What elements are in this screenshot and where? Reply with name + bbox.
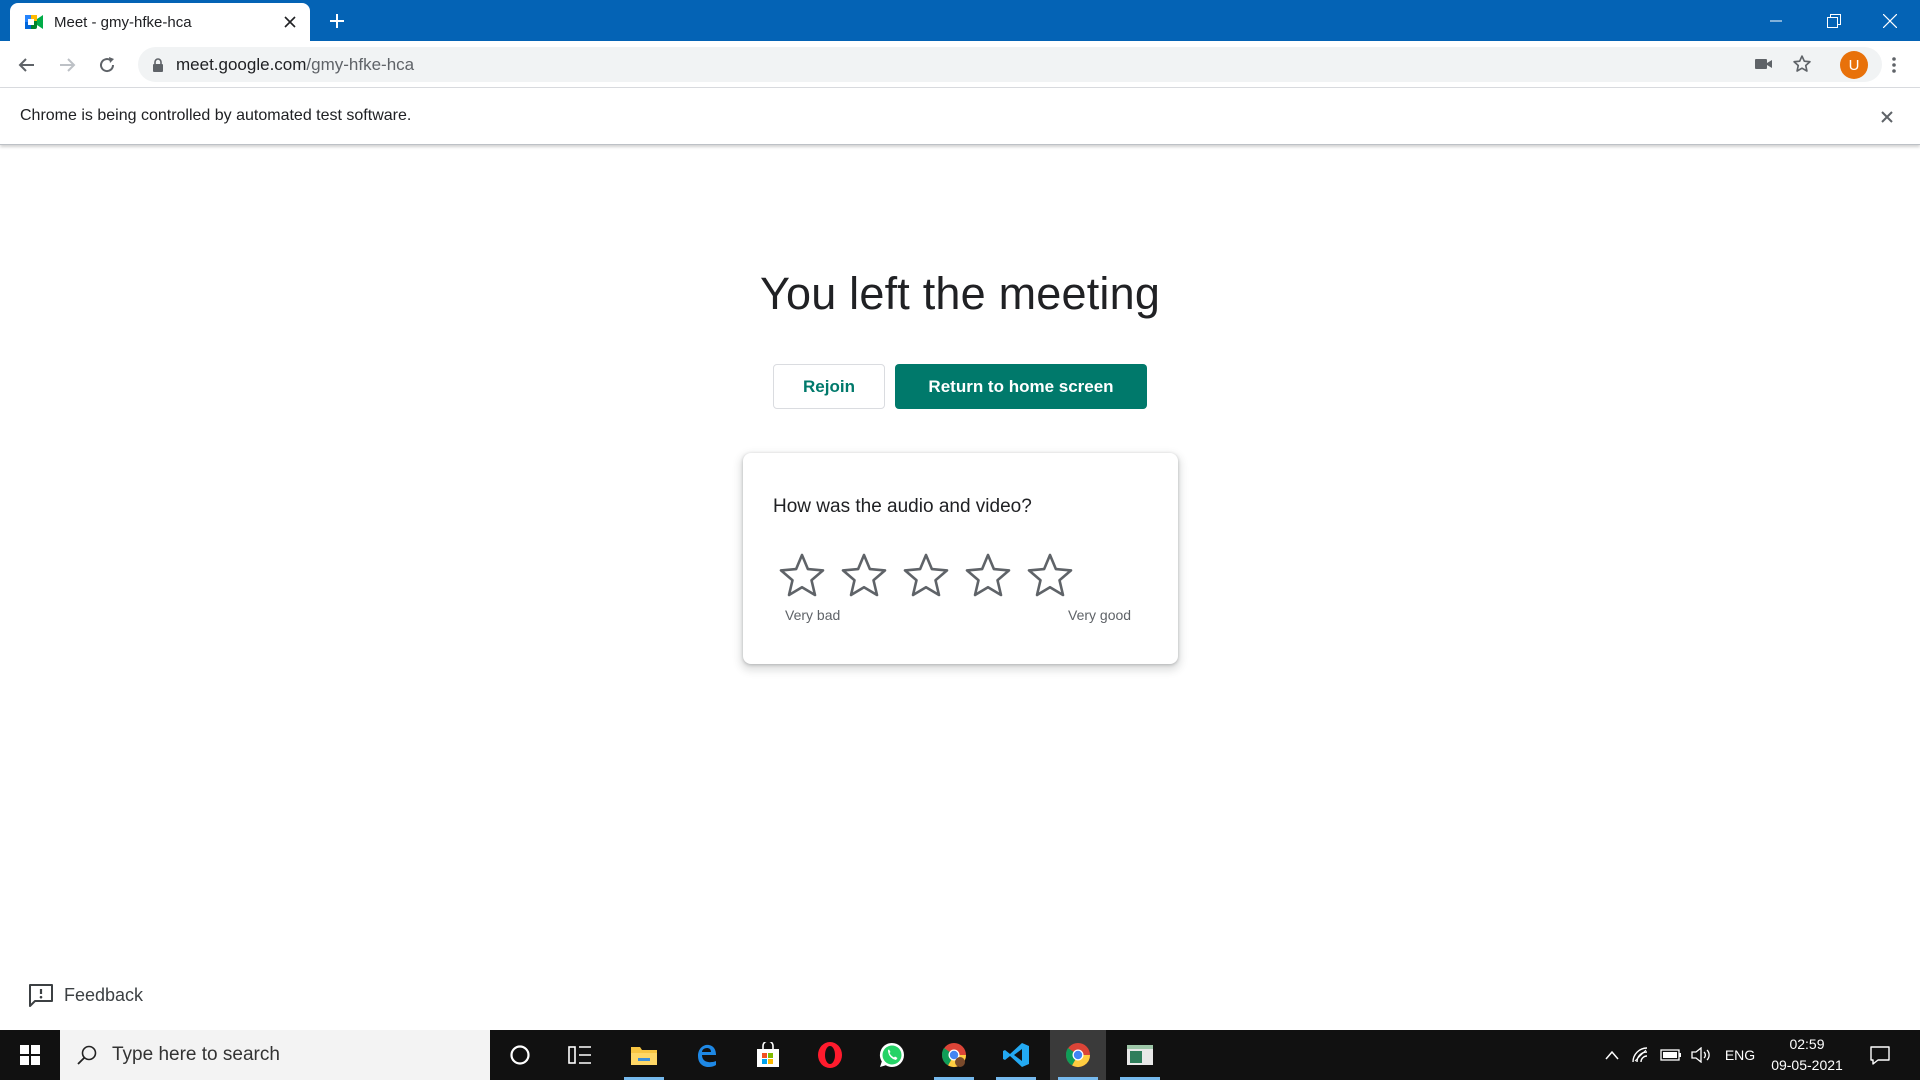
clock[interactable]: 02:59 09-05-2021 bbox=[1764, 1030, 1850, 1080]
cortana-icon[interactable] bbox=[492, 1030, 548, 1080]
star-rating-2-icon[interactable] bbox=[839, 551, 889, 599]
tab-close-icon[interactable] bbox=[276, 8, 304, 36]
windows-taskbar: Type here to search ENG 02:59 09-05-2021 bbox=[0, 1030, 1920, 1080]
rejoin-button[interactable]: Rejoin bbox=[773, 364, 885, 409]
browser-tab[interactable]: Meet - gmy-hfke-hca bbox=[10, 3, 310, 41]
close-window-button[interactable] bbox=[1862, 0, 1918, 41]
task-view-icon[interactable] bbox=[552, 1030, 608, 1080]
language-indicator[interactable]: ENG bbox=[1722, 1030, 1758, 1080]
action-center-icon[interactable] bbox=[1858, 1030, 1902, 1080]
wifi-icon[interactable] bbox=[1628, 1030, 1654, 1080]
search-icon bbox=[76, 1044, 98, 1066]
reload-icon[interactable] bbox=[91, 49, 123, 81]
rating-high-label: Very good bbox=[1068, 607, 1132, 623]
star-rating-5-icon[interactable] bbox=[1025, 551, 1075, 599]
windows-start-icon[interactable] bbox=[0, 1030, 60, 1080]
search-placeholder: Type here to search bbox=[112, 1044, 280, 1065]
url-host: meet.google.com bbox=[176, 54, 307, 74]
more-menu-icon[interactable] bbox=[1878, 49, 1910, 81]
minimize-window-button[interactable] bbox=[1748, 0, 1804, 41]
notepad-app-icon[interactable] bbox=[1112, 1030, 1168, 1080]
automation-infobar: Chrome is being controlled by automated … bbox=[0, 88, 1920, 145]
volume-icon[interactable] bbox=[1688, 1030, 1716, 1080]
clock-time: 02:59 bbox=[1789, 1036, 1825, 1052]
opera-icon[interactable] bbox=[802, 1030, 858, 1080]
profile-avatar[interactable]: U bbox=[1840, 51, 1868, 79]
tab-title: Meet - gmy-hfke-hca bbox=[54, 13, 192, 31]
star-rating-4-icon[interactable] bbox=[963, 551, 1013, 599]
address-bar[interactable]: meet.google.com/gmy-hfke-hca bbox=[138, 47, 1882, 82]
return-to-home-button[interactable]: Return to home screen bbox=[895, 364, 1147, 409]
new-tab-button[interactable] bbox=[322, 6, 352, 36]
rating-card: How was the audio and video? Very bad Ve… bbox=[743, 453, 1178, 664]
url-path: /gmy-hfke-hca bbox=[306, 54, 415, 74]
feedback-icon bbox=[28, 983, 54, 1007]
restore-window-button[interactable] bbox=[1806, 0, 1862, 41]
browser-tab-strip: Meet - gmy-hfke-hca bbox=[0, 0, 1920, 41]
microsoft-store-icon[interactable] bbox=[740, 1030, 796, 1080]
chrome-icon[interactable] bbox=[1050, 1030, 1106, 1080]
file-explorer-icon[interactable] bbox=[616, 1030, 672, 1080]
battery-icon[interactable] bbox=[1658, 1030, 1684, 1080]
feedback-button[interactable]: Feedback bbox=[28, 980, 143, 1010]
vscode-icon[interactable] bbox=[988, 1030, 1044, 1080]
infobar-close-icon[interactable] bbox=[1874, 104, 1900, 130]
star-rating-1-icon[interactable] bbox=[777, 551, 827, 599]
star-rating-3-icon[interactable] bbox=[901, 551, 951, 599]
chrome-profile-icon[interactable] bbox=[926, 1030, 982, 1080]
edge-icon[interactable] bbox=[678, 1030, 734, 1080]
clock-date: 09-05-2021 bbox=[1771, 1057, 1843, 1073]
back-arrow-icon[interactable] bbox=[11, 49, 43, 81]
infobar-message: Chrome is being controlled by automated … bbox=[20, 107, 412, 124]
bookmark-star-icon[interactable] bbox=[1792, 54, 1812, 74]
rating-low-label: Very bad bbox=[785, 607, 841, 623]
browser-toolbar: meet.google.com/gmy-hfke-hca U bbox=[0, 41, 1920, 88]
forward-arrow-icon[interactable] bbox=[51, 49, 83, 81]
taskbar-search-box[interactable]: Type here to search bbox=[60, 1030, 490, 1080]
lock-icon[interactable] bbox=[152, 57, 164, 72]
page-title: You left the meeting bbox=[759, 268, 1161, 319]
rating-question: How was the audio and video? bbox=[773, 496, 1032, 517]
google-meet-favicon-icon bbox=[24, 13, 44, 31]
camera-in-use-icon[interactable] bbox=[1754, 56, 1774, 72]
feedback-label: Feedback bbox=[64, 984, 144, 1005]
whatsapp-icon[interactable] bbox=[864, 1030, 920, 1080]
show-hidden-icons-icon[interactable] bbox=[1600, 1030, 1624, 1080]
